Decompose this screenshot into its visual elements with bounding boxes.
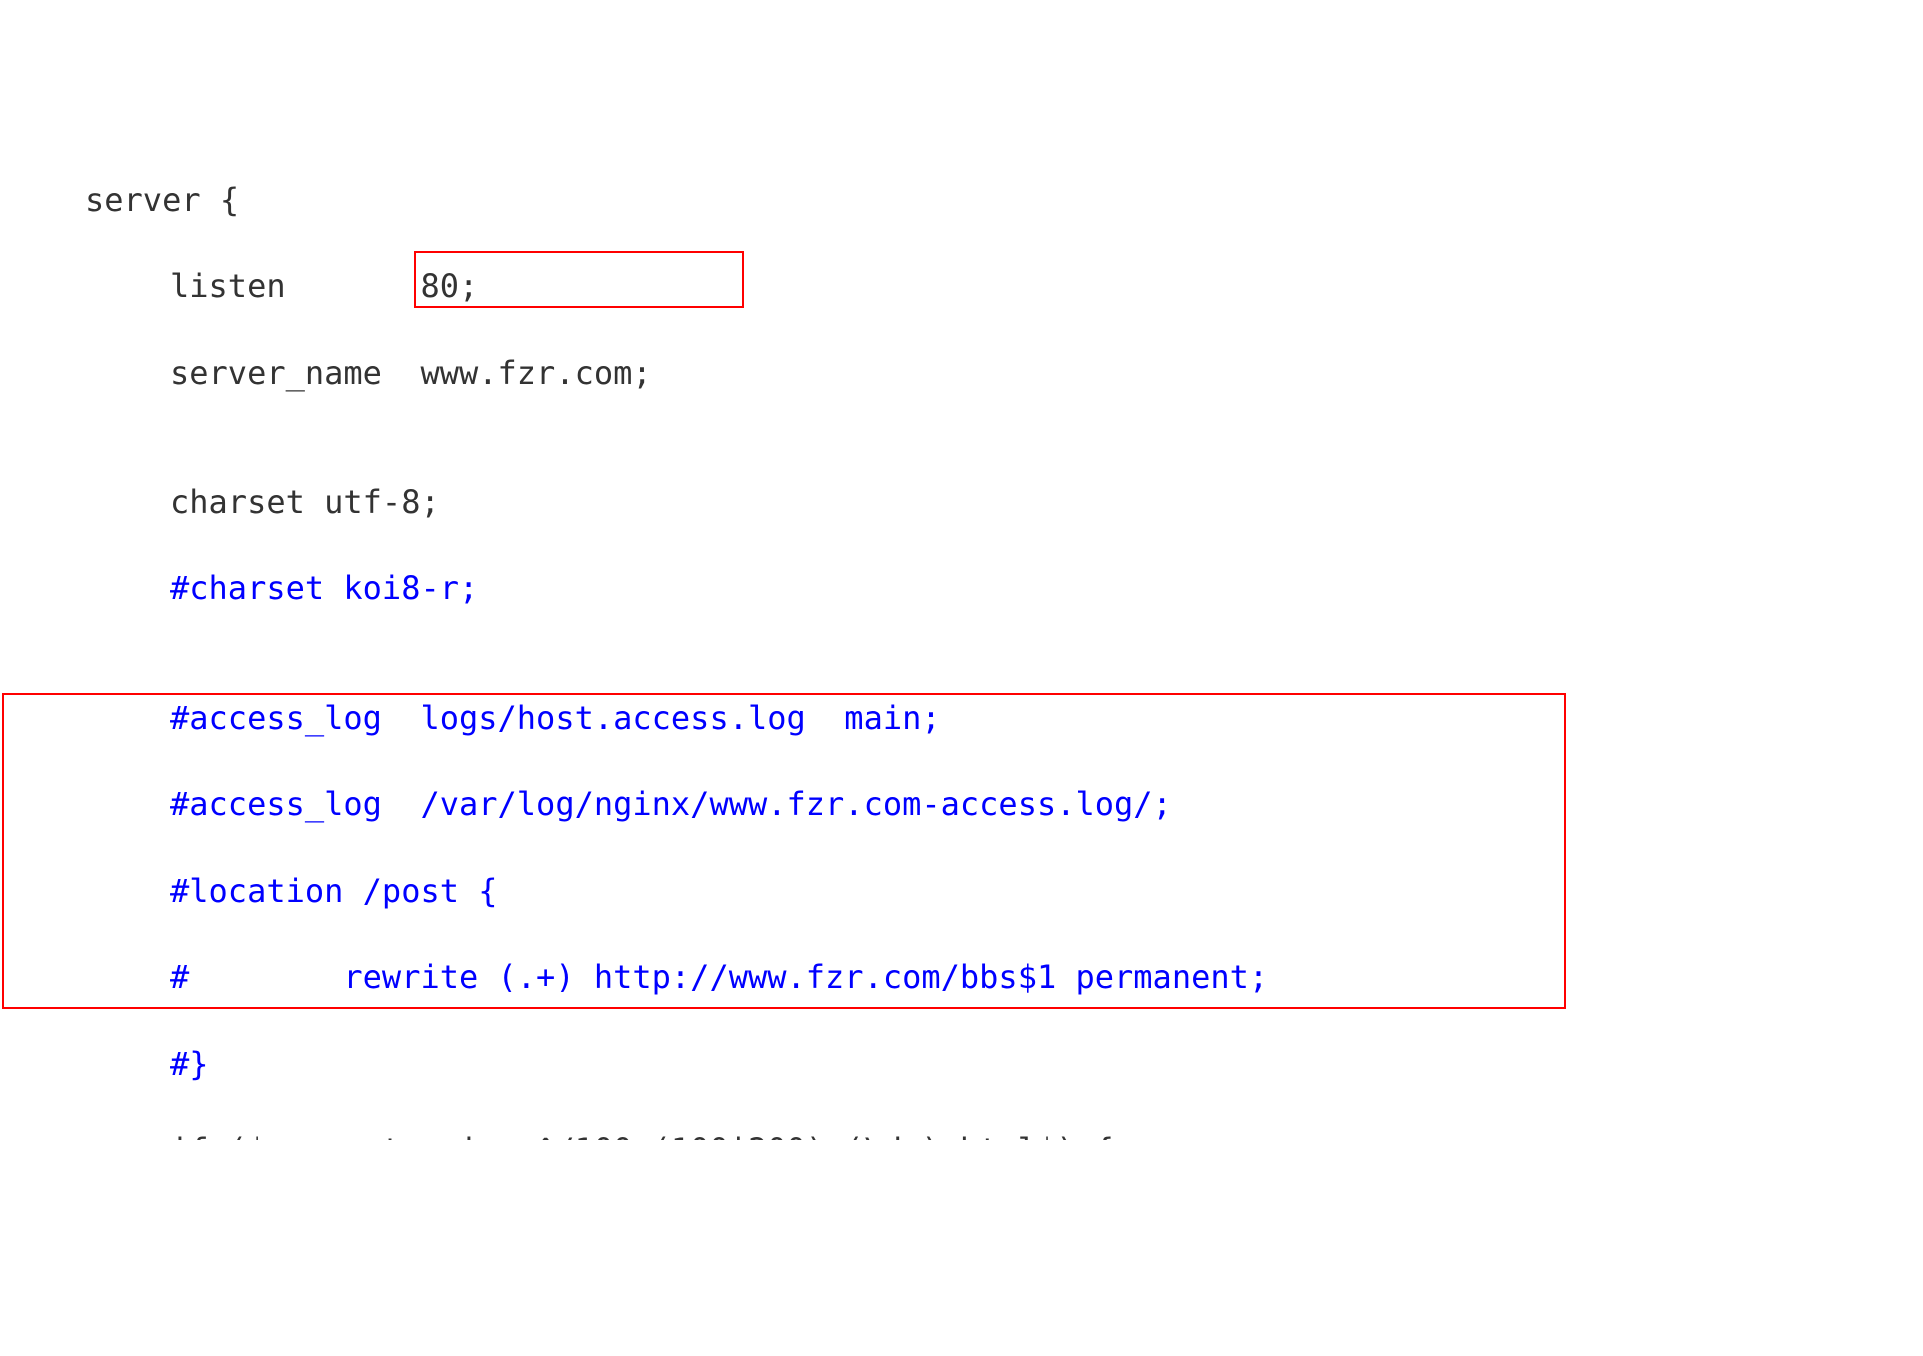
code-line-2: server_name www.fzr.com; [0, 352, 1268, 395]
nginx-config-block: server { listen 80; server_name www.fzr.… [0, 179, 1268, 1140]
code-line-8: #access_log /var/log/nginx/www.fzr.com-a… [0, 783, 1268, 826]
code-line-1: listen 80; [0, 265, 1268, 308]
code-line-7: #access_log logs/host.access.log main; [0, 697, 1268, 740]
code-viewport: server { listen 80; server_name www.fzr.… [0, 173, 1923, 1140]
code-line-11: #} [0, 1043, 1268, 1086]
code-line-0: server { [0, 179, 1268, 222]
code-line-5: #charset koi8-r; [0, 567, 1268, 610]
code-line-12: if ($request_uri ~ ^/100-(100|200)-(\d+)… [0, 1129, 1268, 1140]
code-line-4: charset utf-8; [0, 481, 1268, 524]
code-line-10: # rewrite (.+) http://www.fzr.com/bbs$1 … [0, 956, 1268, 999]
code-line-9: #location /post { [0, 870, 1268, 913]
